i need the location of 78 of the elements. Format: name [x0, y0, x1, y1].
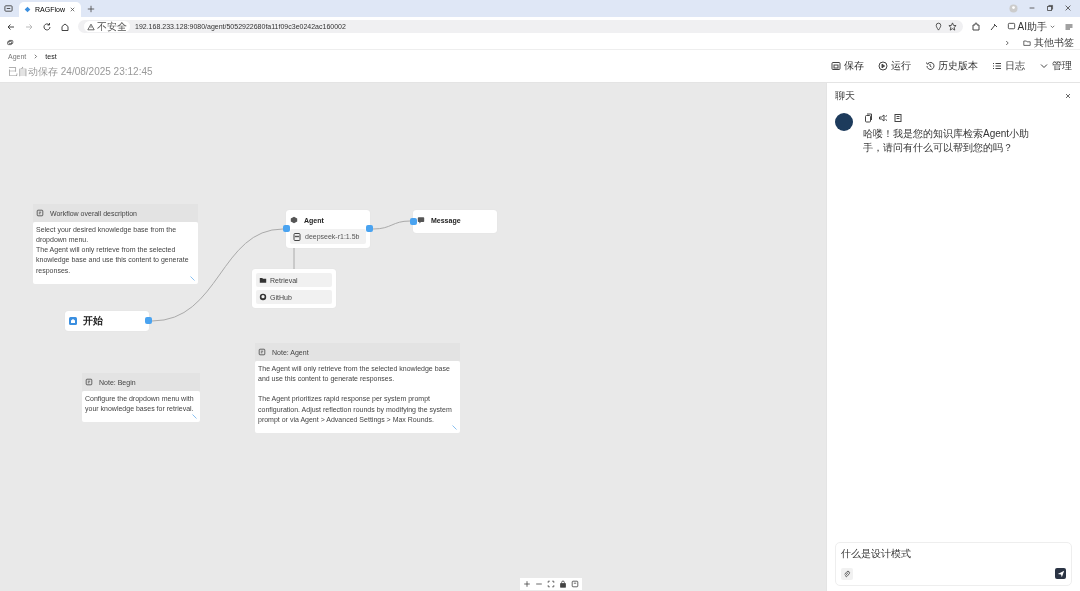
note-button[interactable] — [571, 580, 579, 588]
connection-handle[interactable] — [145, 317, 152, 324]
home-icon — [60, 21, 70, 32]
note-icon — [36, 209, 44, 217]
list-icon — [992, 61, 1002, 71]
bookmark-app-icon — [6, 38, 14, 47]
document-icon — [893, 113, 903, 123]
restore-icon — [1046, 4, 1054, 12]
copy-icon — [863, 113, 873, 123]
folder-icon — [259, 276, 267, 284]
node-title: 开始 — [83, 314, 103, 328]
location-icon — [933, 22, 943, 31]
tab-list-icon — [4, 4, 13, 13]
autosave-status: 已自动保存 24/08/2025 23:12:45 — [8, 65, 153, 79]
save-button[interactable]: 保存 — [831, 59, 864, 73]
bookmarks-folder[interactable]: 其他书签 — [1023, 35, 1074, 50]
send-icon — [1056, 569, 1065, 578]
chevron-down-icon — [1039, 61, 1049, 71]
zoom-in-button[interactable] — [523, 580, 531, 588]
lock-icon — [559, 580, 567, 588]
resize-handle[interactable] — [452, 424, 457, 430]
star-icon — [947, 22, 957, 31]
document-button[interactable] — [893, 113, 903, 123]
warning-icon — [87, 22, 95, 31]
copy-button[interactable] — [863, 113, 873, 123]
resize-handle[interactable] — [190, 275, 195, 281]
connection-handle[interactable] — [366, 225, 373, 232]
note-icon — [258, 348, 266, 356]
run-button[interactable]: 运行 — [878, 59, 911, 73]
message-icon — [417, 216, 425, 224]
history-button[interactable]: 历史版本 — [925, 59, 978, 73]
close-icon — [1064, 4, 1072, 12]
back-icon — [6, 21, 16, 32]
ai-assistant-button[interactable]: AI助手 — [1006, 19, 1056, 34]
message-text: 哈喽！我是您的知识库检索Agent小助手，请问有什么可以帮到您的吗？ — [863, 127, 1031, 155]
forward-icon — [24, 21, 34, 32]
close-button[interactable] — [1064, 92, 1072, 100]
connection-handle[interactable] — [283, 225, 290, 232]
play-icon — [878, 61, 888, 71]
reload-icon — [42, 21, 52, 32]
resize-handle[interactable] — [192, 414, 197, 420]
new-tab-icon — [87, 4, 95, 13]
chevron-right-icon — [32, 53, 40, 60]
note-icon — [571, 580, 579, 588]
panel-title: 聊天 — [835, 89, 855, 103]
home-icon — [69, 317, 77, 325]
edge — [372, 220, 411, 230]
plus-icon — [523, 580, 531, 588]
message-input[interactable]: 什么是设计模式 — [841, 548, 1066, 559]
fit-view-button[interactable] — [547, 580, 555, 588]
lock-button[interactable] — [559, 580, 567, 588]
close-icon — [69, 6, 76, 13]
avatar — [835, 113, 853, 131]
attach-button[interactable] — [841, 568, 853, 580]
chevron-right-icon — [1003, 38, 1011, 47]
speaker-icon — [878, 113, 888, 123]
cube-icon — [290, 216, 298, 224]
edge — [293, 247, 295, 270]
note-icon — [85, 378, 93, 386]
minimize-icon — [1028, 4, 1036, 12]
folder-icon — [1023, 38, 1031, 47]
fit-view-icon — [547, 580, 555, 588]
speaker-button[interactable] — [878, 113, 888, 123]
connection-handle[interactable] — [410, 218, 417, 225]
save-icon — [831, 61, 841, 71]
history-icon — [925, 61, 935, 71]
chevron-down-icon — [1049, 23, 1056, 30]
security-indicator[interactable]: 不安全 — [84, 21, 130, 32]
minus-icon — [535, 580, 543, 588]
chat-icon — [1006, 22, 1016, 31]
log-button[interactable]: 日志 — [992, 59, 1025, 73]
send-button[interactable] — [1055, 568, 1066, 579]
zoom-out-button[interactable] — [535, 580, 543, 588]
logo-icon — [24, 6, 31, 13]
paperclip-icon — [843, 570, 851, 578]
manage-button[interactable]: 管理 — [1039, 59, 1072, 73]
close-icon — [1064, 92, 1072, 100]
begin-node[interactable]: 开始 — [65, 311, 149, 331]
